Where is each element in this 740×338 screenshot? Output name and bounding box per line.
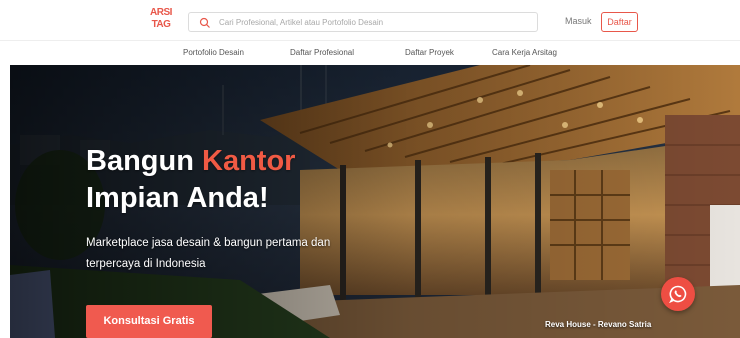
hero-title: Bangun Kantor Impian Anda! [86, 143, 295, 217]
hero-title-part1: Bangun [86, 145, 202, 177]
nav-item-daftar-proyek[interactable]: Daftar Proyek [405, 48, 454, 57]
free-consultation-button[interactable]: Konsultasi Gratis [86, 305, 212, 338]
register-button[interactable]: Daftar [601, 12, 638, 32]
hero-banner: Bangun Kantor Impian Anda! Marketplace j… [10, 65, 740, 338]
nav-item-portofolio-desain[interactable]: Portofolio Desain [183, 48, 244, 57]
logo-line-1: ARSI [150, 7, 172, 18]
main-nav: Portofolio Desain Daftar Profesional Daf… [0, 40, 740, 65]
photo-caption: Reva House - Revano Satria [545, 320, 652, 329]
login-link[interactable]: Masuk [565, 16, 592, 26]
hero-subtitle-line1: Marketplace jasa desain & bangun pertama… [86, 237, 331, 249]
search-icon [199, 17, 210, 28]
search-input[interactable] [219, 15, 529, 30]
nav-item-cara-kerja[interactable]: Cara Kerja Arsitag [492, 48, 557, 57]
page: ARSI TAG Masuk Daftar Portofolio Desain … [0, 0, 740, 338]
whatsapp-chat-button[interactable] [661, 277, 695, 311]
search-bar[interactable] [188, 12, 538, 32]
whatsapp-icon [669, 285, 687, 303]
hero-subtitle: Marketplace jasa desain & bangun pertama… [86, 233, 386, 275]
logo-line-2: TAG [151, 19, 171, 30]
nav-item-daftar-profesional[interactable]: Daftar Profesional [290, 48, 354, 57]
hero-title-accent: Kantor [202, 145, 296, 177]
top-header: ARSI TAG Masuk Daftar [0, 0, 740, 40]
hero-subtitle-line2: terpercaya di Indonesia [86, 258, 206, 270]
hero-title-line2: Impian Anda! [86, 182, 269, 214]
arsitag-logo[interactable]: ARSI TAG [148, 7, 174, 33]
